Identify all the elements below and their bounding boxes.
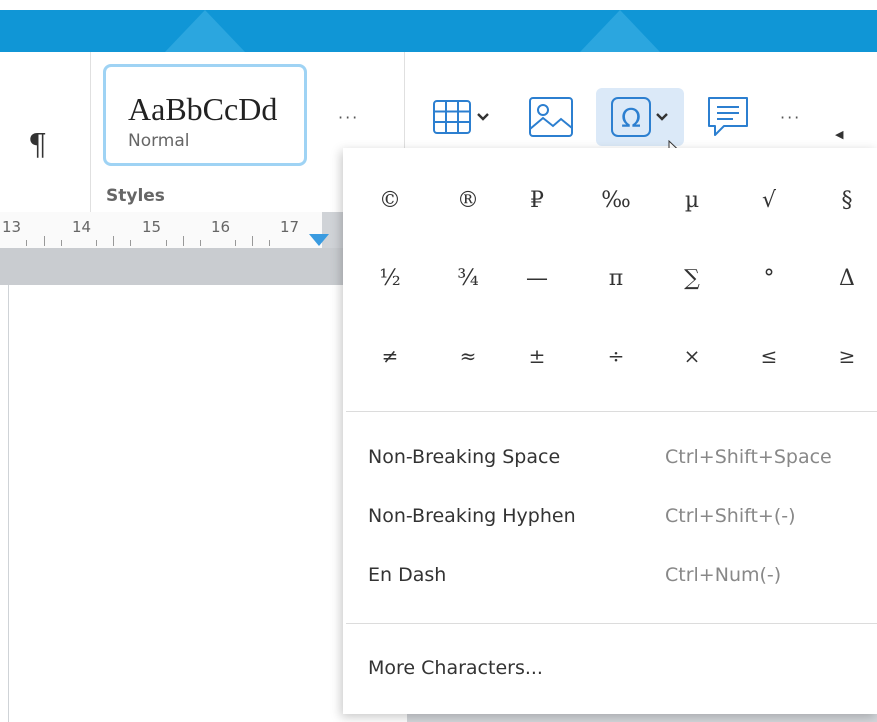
symbol-less-or-equal[interactable]: ≤ [739, 344, 799, 368]
insert-table-button[interactable] [422, 92, 500, 142]
ruler-tick [26, 240, 27, 246]
shortcut-non-breaking-hyphen: Ctrl+Shift+(-) [665, 505, 796, 527]
ruler-number: 13 [2, 218, 22, 236]
symbol-micro[interactable]: µ [662, 188, 722, 213]
symbol-plus-minus[interactable]: ± [507, 344, 567, 368]
table-icon [433, 100, 471, 134]
show-formatting-button[interactable]: ¶ [28, 128, 47, 163]
ribbon-separator [90, 52, 91, 212]
symbol-three-quarters[interactable]: ¾ [438, 266, 498, 291]
symbol-not-equal[interactable]: ≠ [360, 344, 420, 368]
symbol-per-mille[interactable]: ‰ [586, 188, 646, 213]
ruler-tick [269, 240, 270, 246]
symbol-delta[interactable]: Δ [817, 266, 877, 291]
title-bar [0, 0, 877, 52]
symbol-degree[interactable]: ° [739, 266, 799, 291]
ruler-tick [113, 236, 114, 246]
title-decoration [165, 10, 245, 52]
symbol-registered[interactable]: ® [438, 188, 498, 213]
page-edge [8, 285, 9, 722]
title-decoration [580, 10, 660, 52]
ruler-number: 16 [211, 218, 231, 236]
symbol-greater-or-equal[interactable]: ≥ [817, 344, 877, 368]
style-name: Normal [128, 131, 190, 151]
ruler-tick [44, 236, 45, 246]
symbol-one-half[interactable]: ½ [360, 266, 420, 291]
ruler-tick [252, 236, 253, 246]
image-icon [529, 97, 573, 137]
horizontal-ruler[interactable]: 13 14 15 16 17 [0, 212, 343, 249]
symbol-multiply[interactable]: × [662, 344, 722, 368]
symbol-divide[interactable]: ÷ [586, 344, 646, 368]
insert-more-button[interactable]: ··· [780, 108, 801, 127]
ruler-tick [96, 240, 97, 246]
style-normal-card[interactable]: AaBbCcDd Normal [103, 64, 307, 166]
chevron-down-icon [656, 113, 668, 121]
ruler-number: 17 [280, 218, 300, 236]
styles-more-button[interactable]: ··· [338, 108, 359, 127]
comment-icon [708, 97, 748, 136]
symbol-approximately[interactable]: ≈ [438, 344, 498, 368]
document-background [0, 248, 343, 285]
symbol-sum[interactable]: ∑ [662, 266, 722, 291]
symbol-em-dash[interactable]: — [507, 266, 567, 291]
ruler-tick [200, 240, 201, 246]
menu-divider [346, 411, 877, 412]
menu-item-non-breaking-hyphen[interactable]: Non-Breaking Hyphen [368, 505, 576, 527]
style-sample-text: AaBbCcDd [128, 91, 278, 127]
styles-group-label: Styles [106, 186, 165, 206]
symbol-ruble[interactable]: ₽ [507, 188, 567, 213]
top-strip [0, 0, 877, 10]
menu-divider [346, 623, 877, 624]
menu-item-non-breaking-space[interactable]: Non-Breaking Space [368, 446, 560, 468]
special-character-button[interactable]: Ω [596, 88, 684, 146]
symbol-square-root[interactable]: √ [739, 188, 799, 213]
right-indent-marker[interactable] [309, 234, 329, 246]
ruler-tick [130, 240, 131, 246]
menu-item-en-dash[interactable]: En Dash [368, 564, 446, 586]
insert-image-button[interactable] [524, 92, 578, 142]
shortcut-en-dash: Ctrl+Num(-) [665, 564, 782, 586]
insert-comment-button[interactable] [702, 92, 754, 142]
svg-text:Ω: Ω [621, 104, 641, 134]
menu-item-more-characters[interactable]: More Characters... [368, 657, 543, 679]
symbol-section[interactable]: § [817, 188, 877, 213]
ruler-number: 15 [142, 218, 162, 236]
ruler-tick [183, 236, 184, 246]
chevron-down-icon [477, 113, 489, 121]
shortcut-non-breaking-space: Ctrl+Shift+Space [665, 446, 832, 468]
ruler-tick [61, 240, 62, 246]
special-characters-dropdown: © ® ₽ ‰ µ √ § ½ ¾ — π ∑ ° Δ ≠ ≈ ± ÷ × ≤ … [343, 148, 877, 714]
ruler-number: 14 [72, 218, 92, 236]
special-character-icon: Ω [611, 97, 651, 137]
symbol-pi[interactable]: π [586, 266, 646, 291]
ruler-tick [235, 240, 236, 246]
scroll-left-icon[interactable]: ◀ [835, 128, 843, 141]
symbol-copyright[interactable]: © [360, 188, 420, 213]
ruler-tick [166, 240, 167, 246]
